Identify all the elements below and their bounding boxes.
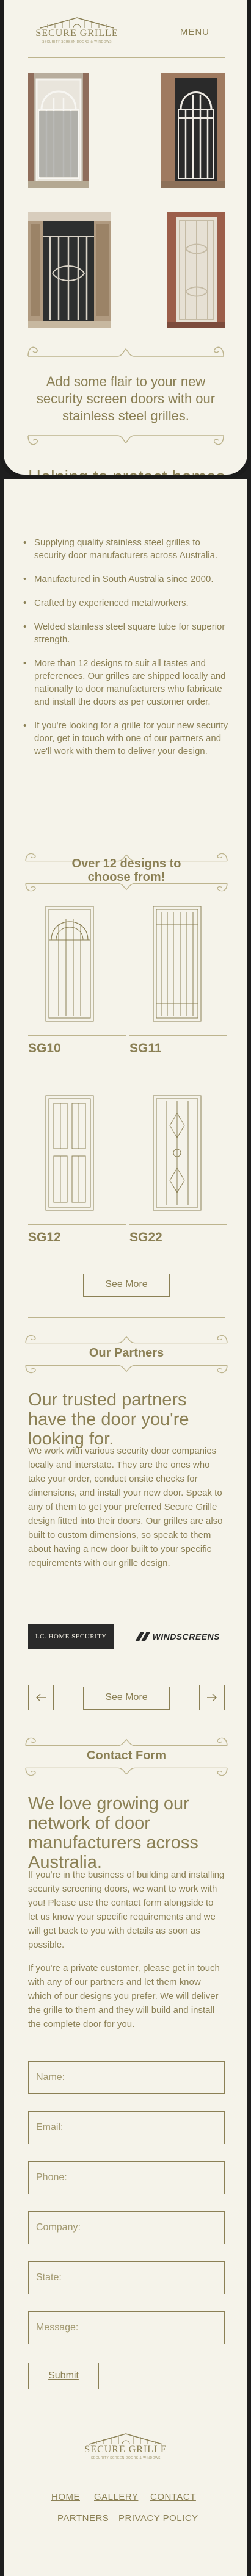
partner-logo-text: WINDSCREENS bbox=[152, 1632, 220, 1641]
grille-sg10-icon bbox=[45, 906, 94, 1022]
ornament-bottom-icon bbox=[22, 1766, 231, 1778]
name-field[interactable]: Name: bbox=[28, 2061, 225, 2094]
feature-list: Supplying quality stainless steel grille… bbox=[23, 536, 230, 769]
contact-heading: We love growing our network of door manu… bbox=[28, 1794, 198, 1872]
hamburger-icon bbox=[213, 29, 222, 35]
ornament-top-icon bbox=[22, 1735, 231, 1748]
designs-banner: Over 12 designs to choose from! bbox=[22, 851, 231, 885]
partners-see-more-button[interactable]: See More bbox=[83, 1687, 170, 1710]
partners-banner-title: Our Partners bbox=[89, 1346, 164, 1360]
footer-logo[interactable]: SECURE GRILLE SECURITY SCREEN DOORS & WI… bbox=[77, 2432, 175, 2467]
header-divider bbox=[28, 57, 225, 58]
card-divider bbox=[28, 1224, 126, 1225]
partners-heading: Our trusted partners have the door you'r… bbox=[28, 1390, 189, 1449]
section-divider bbox=[28, 1317, 225, 1318]
state-field[interactable]: State: bbox=[28, 2261, 225, 2294]
hero-heading: Helping to protect homes across Australi… bbox=[28, 467, 230, 475]
design-card-sg12[interactable]: SG12 bbox=[28, 1095, 126, 1247]
design-card-sg22[interactable]: SG22 bbox=[129, 1095, 227, 1247]
site-logo[interactable]: SECURE GRILLE SECURITY SCREEN DOORS & WI… bbox=[28, 15, 126, 50]
hero-screen: SECURE GRILLE SECURITY SCREEN DOORS & WI… bbox=[4, 0, 247, 475]
company-field[interactable]: Company: bbox=[28, 2211, 225, 2244]
hero-tagline: Add some flair to your new security scre… bbox=[36, 374, 216, 423]
door-photo-1 bbox=[28, 73, 89, 188]
feature-item: Crafted by experienced metalworkers. bbox=[23, 597, 230, 609]
design-card-sg10[interactable]: SG10 bbox=[28, 906, 126, 1058]
ornament-top-icon bbox=[24, 344, 227, 359]
logo-wordmark: SECURE GRILLE bbox=[35, 28, 118, 38]
partner-logo-jc[interactable]: J.C. HOME SECURITY bbox=[28, 1624, 114, 1649]
ornament-bottom-icon bbox=[22, 881, 231, 894]
contact-body-private: If you're a private customer, please get… bbox=[28, 1963, 220, 2029]
ornament-bottom-icon bbox=[24, 433, 227, 448]
windscreens-mark-icon bbox=[135, 1632, 150, 1641]
design-name: SG10 bbox=[28, 1041, 61, 1055]
design-card-sg11[interactable]: SG11 bbox=[129, 906, 227, 1058]
footer-logo-wordmark: SECURE GRILLE bbox=[84, 2444, 167, 2455]
ornament-top-icon bbox=[22, 1333, 231, 1345]
footer-link-gallery[interactable]: GALLERY bbox=[94, 2492, 138, 2502]
grille-sg22-icon bbox=[153, 1095, 202, 1211]
contact-banner: Contact Form bbox=[22, 1735, 231, 1770]
grille-sg12-icon bbox=[45, 1095, 94, 1211]
feature-item: If you're looking for a grille for your … bbox=[23, 719, 230, 758]
footer-link-partners[interactable]: PARTNERS bbox=[57, 2513, 109, 2524]
footer-link-privacy[interactable]: PRIVACY POLICY bbox=[118, 2513, 198, 2524]
feature-item: Supplying quality stainless steel grille… bbox=[23, 536, 230, 562]
partner-logo-windscreens[interactable]: WINDSCREENS bbox=[134, 1624, 220, 1649]
partner-logo-text: J.C. HOME SECURITY bbox=[35, 1633, 107, 1640]
footer-link-contact[interactable]: CONTACT bbox=[150, 2492, 196, 2502]
partners-banner: Our Partners bbox=[22, 1333, 231, 1367]
partners-body: We work with various security door compa… bbox=[28, 1446, 223, 1568]
roof-logo-icon bbox=[40, 17, 114, 29]
door-photo-2 bbox=[161, 73, 225, 188]
footer-logo-tagline: SECURITY SCREEN DOORS & WINDOWS bbox=[90, 2456, 161, 2460]
card-divider bbox=[129, 1224, 227, 1225]
feature-item: Welded stainless steel square tube for s… bbox=[23, 620, 230, 646]
contact-banner-title: Contact Form bbox=[87, 1749, 166, 1762]
design-name: SG12 bbox=[28, 1230, 61, 1244]
card-divider bbox=[28, 1035, 126, 1036]
door-photo-3 bbox=[28, 212, 111, 328]
ornament-bottom-icon bbox=[22, 1363, 231, 1376]
card-divider bbox=[129, 1035, 227, 1036]
arrow-right-icon bbox=[207, 1693, 217, 1702]
arrow-left-icon bbox=[35, 1693, 46, 1702]
phone-frame: SECURE GRILLE SECURITY SCREEN DOORS & WI… bbox=[0, 0, 251, 479]
message-field[interactable]: Message: bbox=[28, 2311, 225, 2344]
roof-logo-icon bbox=[89, 2433, 163, 2445]
menu-button[interactable]: MENU bbox=[180, 27, 222, 37]
main-content: Supplying quality stainless steel grille… bbox=[4, 479, 247, 2576]
feature-item: Manufactured in South Australia since 20… bbox=[23, 573, 230, 586]
logo-tagline: SECURITY SCREEN DOORS & WINDOWS bbox=[42, 40, 112, 44]
design-name: SG11 bbox=[129, 1041, 162, 1055]
email-field[interactable]: Email: bbox=[28, 2111, 225, 2144]
phone-field[interactable]: Phone: bbox=[28, 2161, 225, 2194]
carousel-prev-button[interactable] bbox=[28, 1685, 54, 1710]
footer-link-home[interactable]: HOME bbox=[51, 2492, 80, 2502]
door-photo-4 bbox=[167, 212, 225, 328]
designs-see-more-button[interactable]: See More bbox=[83, 1274, 170, 1297]
design-name: SG22 bbox=[129, 1230, 162, 1244]
menu-label: MENU bbox=[180, 27, 209, 37]
feature-item: More than 12 designs to suit all tastes … bbox=[23, 657, 230, 708]
grille-sg11-icon bbox=[153, 906, 202, 1022]
carousel-next-button[interactable] bbox=[199, 1685, 225, 1710]
designs-banner-title: Over 12 designs to choose from! bbox=[71, 857, 181, 884]
submit-button[interactable]: Submit bbox=[28, 2363, 99, 2389]
contact-body-business: If you're in the business of building an… bbox=[28, 1870, 225, 1950]
